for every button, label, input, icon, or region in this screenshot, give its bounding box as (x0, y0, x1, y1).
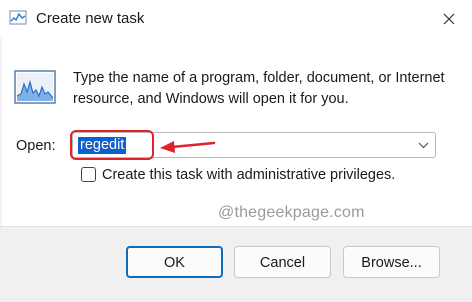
ok-button[interactable]: OK (126, 246, 223, 278)
cancel-button[interactable]: Cancel (234, 246, 331, 278)
title-bar: Create new task (0, 0, 472, 38)
performance-chart-icon (14, 70, 56, 104)
task-manager-icon (9, 10, 27, 25)
description-text: Type the name of a program, folder, docu… (73, 70, 445, 107)
button-bar: OK Cancel Browse... (0, 226, 472, 302)
browse-button[interactable]: Browse... (343, 246, 440, 278)
annotation-highlight-box (70, 130, 154, 160)
watermark: @thegeekpage.com (218, 204, 365, 221)
open-label: Open: (16, 138, 56, 154)
create-new-task-dialog: Create new task Type the name of a progr… (0, 0, 472, 302)
close-icon[interactable] (438, 8, 460, 30)
admin-privileges-label[interactable]: Create this task with administrative pri… (102, 167, 395, 183)
window-edge (0, 38, 2, 228)
annotation-arrow-icon (160, 141, 216, 153)
admin-privileges-checkbox[interactable] (81, 167, 96, 182)
chevron-down-icon[interactable] (418, 141, 429, 149)
window-title: Create new task (36, 10, 145, 27)
